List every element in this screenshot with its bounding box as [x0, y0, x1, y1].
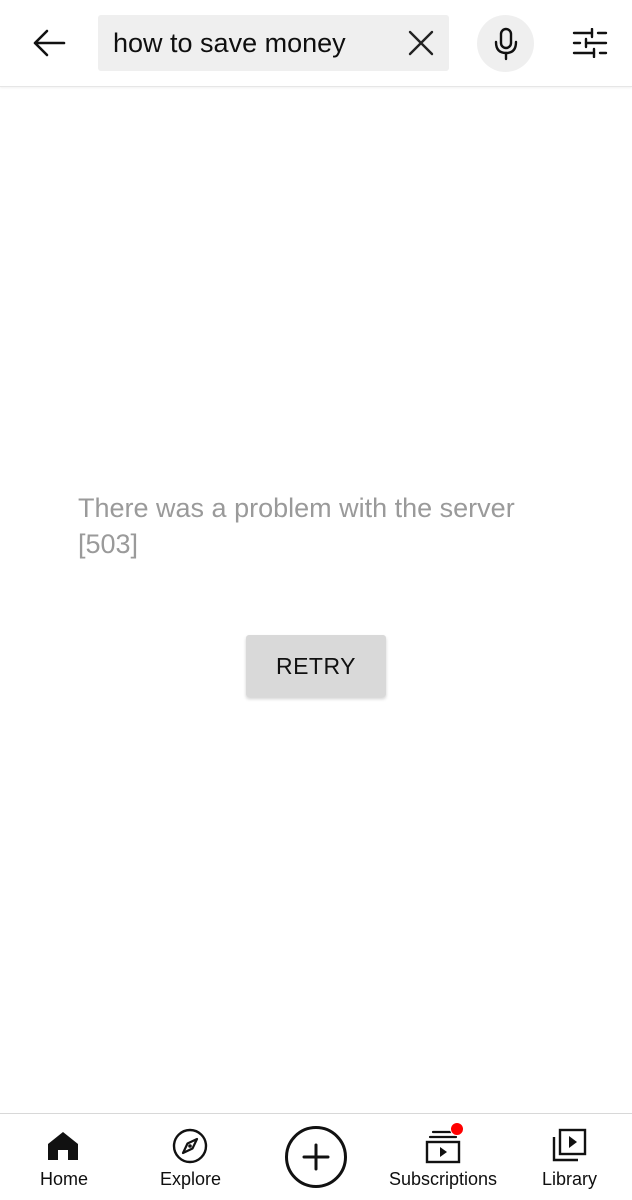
voice-search-button[interactable] — [477, 15, 534, 72]
nav-home-label: Home — [40, 1169, 89, 1189]
add-icon — [285, 1126, 347, 1188]
nav-subscriptions-label: Subscriptions — [389, 1169, 498, 1189]
filter-sliders-icon — [572, 28, 608, 58]
error-message: There was a problem with the server [503… — [78, 493, 515, 559]
back-arrow-icon — [33, 29, 66, 57]
compass-icon — [170, 1126, 210, 1166]
microphone-icon — [494, 27, 517, 60]
nav-library-label: Library — [542, 1169, 598, 1189]
close-icon — [408, 30, 434, 56]
app: how to save money There was a problem wi… — [0, 0, 632, 1200]
nav-explore-label: Explore — [160, 1169, 222, 1189]
clear-search-button[interactable] — [399, 21, 443, 65]
search-input[interactable]: how to save money — [98, 15, 449, 71]
library-icon — [549, 1126, 589, 1166]
home-icon — [43, 1126, 83, 1166]
notification-badge — [450, 1122, 464, 1136]
retry-button[interactable]: RETRY — [246, 635, 386, 697]
nav-subscriptions[interactable]: Subscriptions — [386, 1114, 500, 1200]
back-button[interactable] — [24, 18, 74, 68]
nav-home[interactable]: Home — [22, 1114, 104, 1200]
nav-explore[interactable]: Explore — [150, 1114, 230, 1200]
create-button[interactable] — [284, 1125, 348, 1189]
search-header: how to save money — [0, 0, 632, 87]
search-query-text: how to save money — [113, 28, 346, 58]
search-filters-button[interactable] — [565, 18, 615, 68]
nav-library[interactable]: Library — [532, 1114, 606, 1200]
bottom-navigation: Home Explore Subscriptions Library — [0, 1113, 632, 1200]
